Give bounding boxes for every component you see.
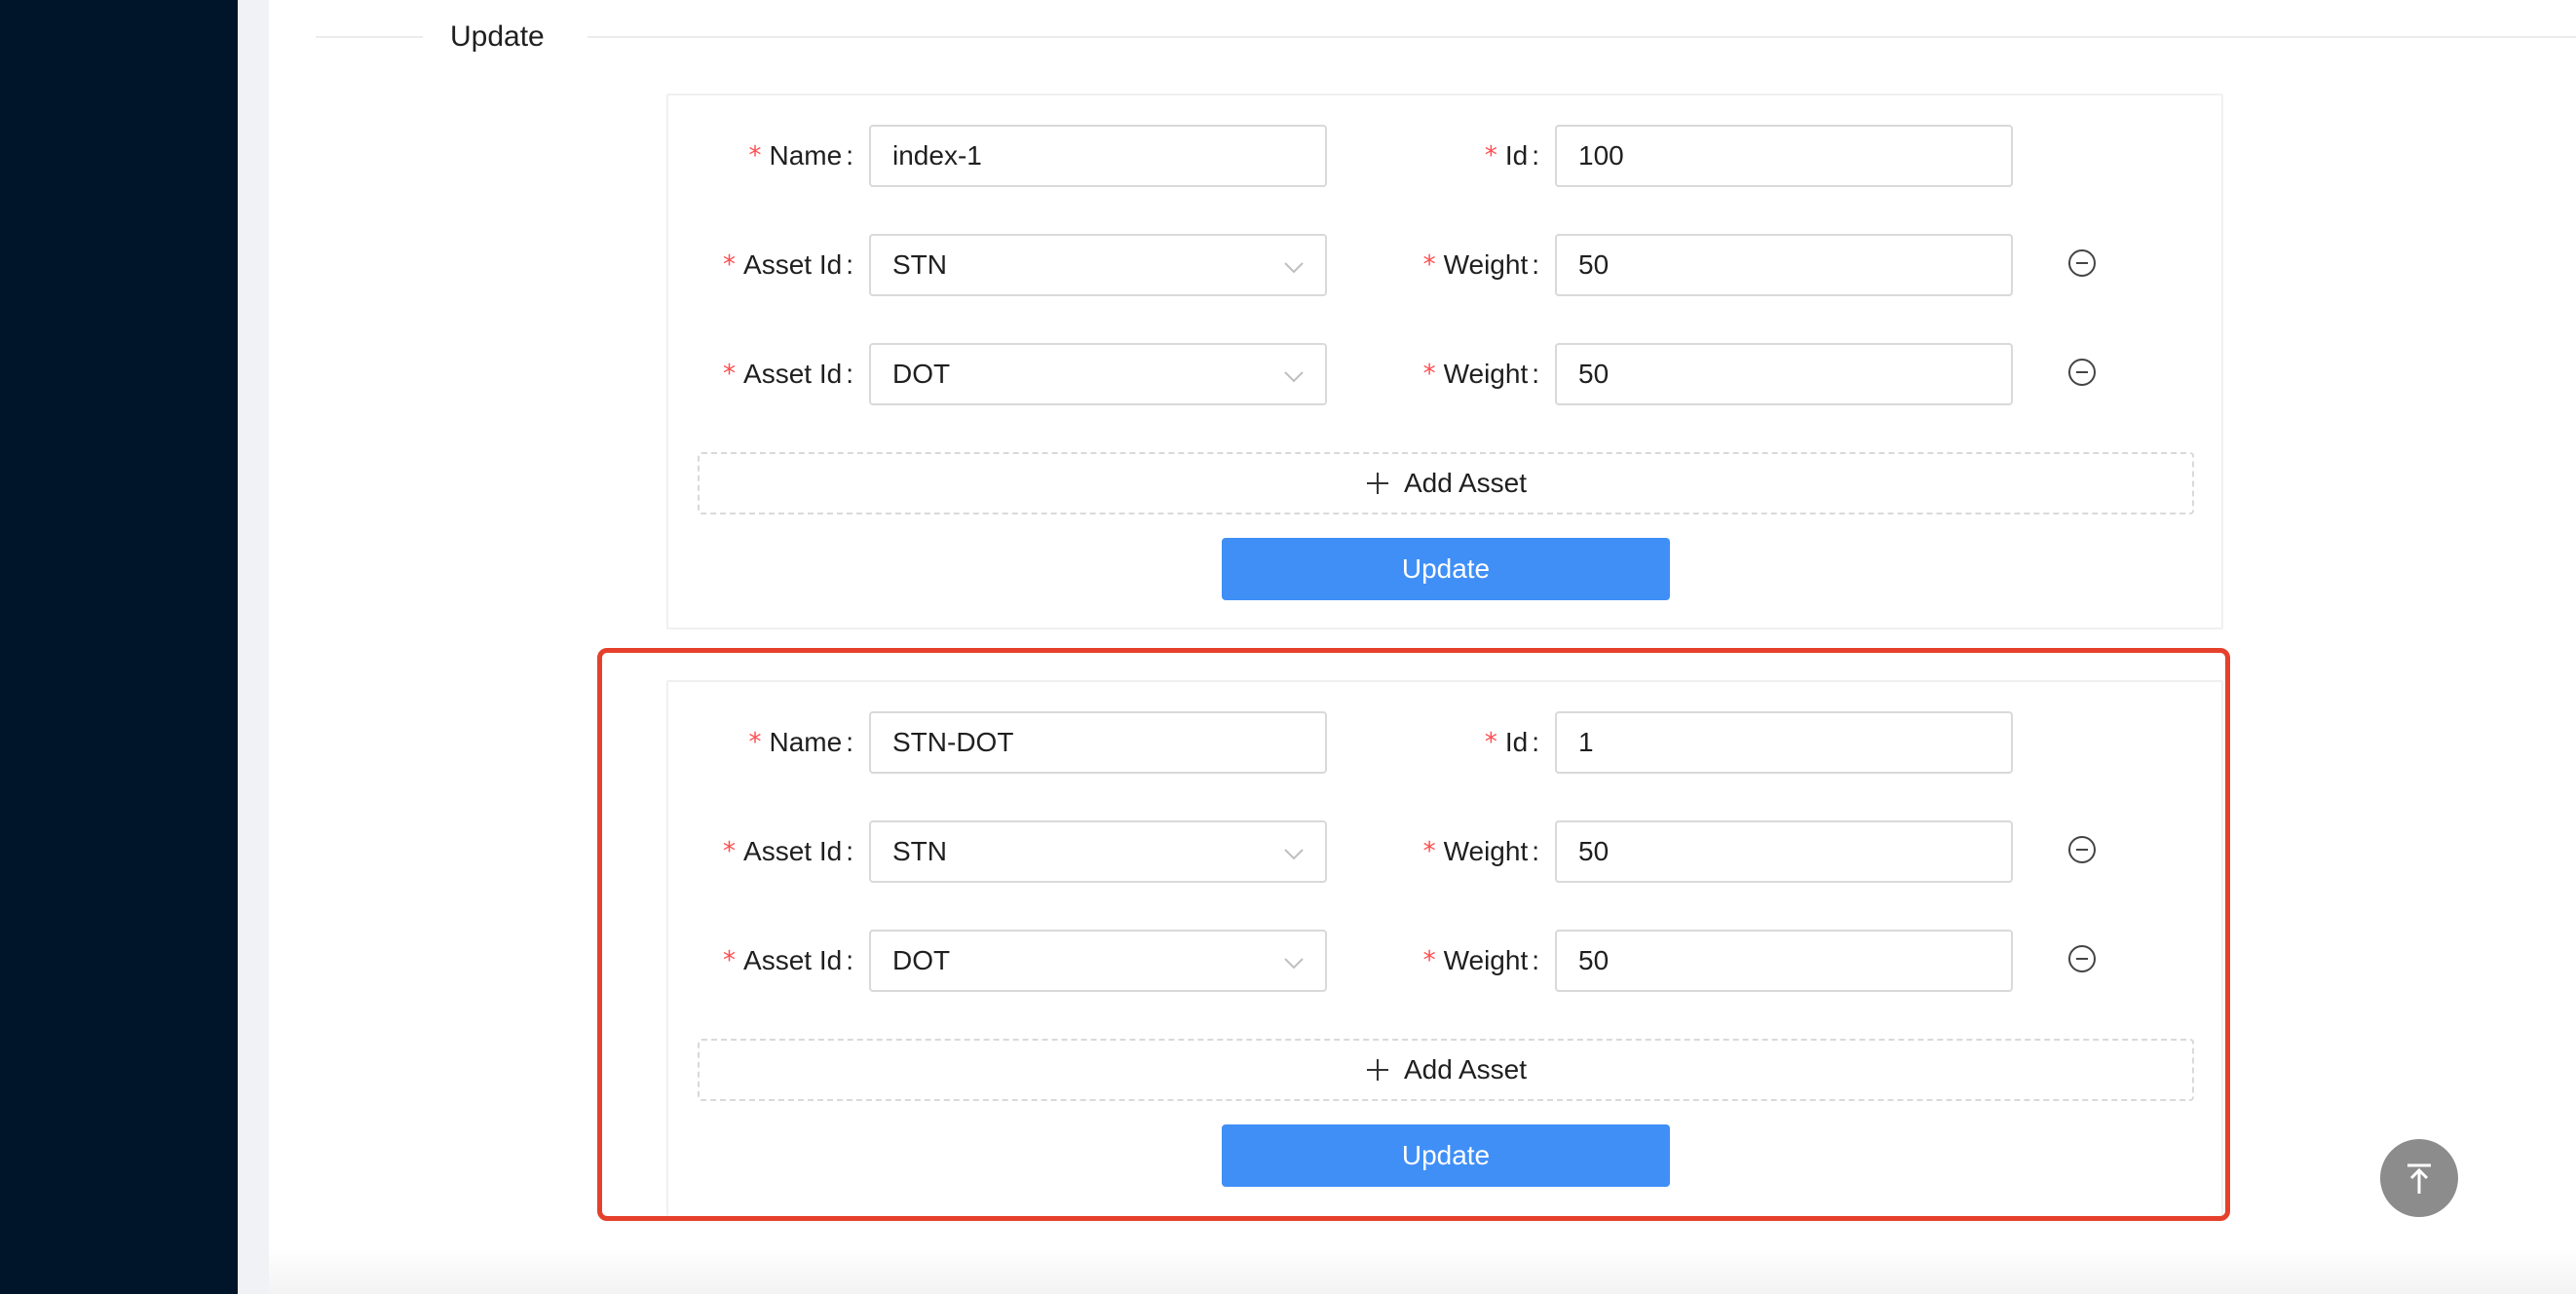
highlight-box bbox=[597, 648, 2230, 1221]
required-marker: * bbox=[1422, 360, 1436, 389]
weight-label: * Weight: bbox=[1422, 359, 1539, 389]
section-divider-left bbox=[316, 36, 423, 38]
vertical-align-top-icon bbox=[2407, 1163, 2431, 1194]
required-marker: * bbox=[723, 360, 737, 389]
sidebar bbox=[0, 0, 238, 1294]
required-marker: * bbox=[748, 141, 762, 171]
required-marker: * bbox=[723, 250, 737, 280]
name-label-text: Name bbox=[769, 140, 843, 171]
asset-id-select[interactable]: DOT bbox=[869, 343, 1327, 405]
id-input[interactable]: 100 bbox=[1555, 125, 2013, 187]
asset-id-label: * Asset Id: bbox=[723, 359, 853, 389]
asset-id-label-text: Asset Id bbox=[743, 249, 843, 280]
footer-shade bbox=[269, 1247, 2576, 1294]
chevron-down-icon bbox=[1284, 371, 1304, 383]
id-label: * Id: bbox=[1484, 140, 1539, 171]
asset-id-select[interactable]: STN bbox=[869, 234, 1327, 296]
minus-circle-icon[interactable] bbox=[2067, 358, 2097, 387]
section-title: Update bbox=[450, 20, 545, 53]
plus-icon bbox=[1366, 473, 1388, 494]
add-asset-label: Add Asset bbox=[1403, 468, 1528, 498]
back-to-top-button[interactable] bbox=[2380, 1139, 2458, 1217]
weight-label-text: Weight bbox=[1443, 249, 1529, 280]
update-button[interactable]: Update bbox=[1222, 538, 1670, 600]
asset-id-label: * Asset Id: bbox=[723, 249, 853, 280]
add-asset-button[interactable]: Add Asset bbox=[698, 452, 2194, 514]
section-divider-right bbox=[587, 36, 2576, 38]
required-marker: * bbox=[1484, 141, 1497, 171]
asset-id-selected-value: DOT bbox=[892, 359, 951, 389]
weight-label: * Weight: bbox=[1422, 249, 1539, 280]
asset-id-selected-value: STN bbox=[892, 249, 947, 280]
weight-input[interactable]: 50 bbox=[1555, 343, 2013, 405]
name-input[interactable]: index-1 bbox=[869, 125, 1327, 187]
chevron-down-icon bbox=[1284, 262, 1304, 274]
minus-circle-icon[interactable] bbox=[2067, 248, 2097, 278]
content-gutter bbox=[238, 0, 269, 1294]
asset-id-label-text: Asset Id bbox=[743, 359, 843, 389]
name-label: * Name: bbox=[748, 140, 853, 171]
id-label-text: Id bbox=[1504, 140, 1529, 171]
weight-label-text: Weight bbox=[1443, 359, 1529, 389]
required-marker: * bbox=[1422, 250, 1436, 280]
weight-input[interactable]: 50 bbox=[1555, 234, 2013, 296]
